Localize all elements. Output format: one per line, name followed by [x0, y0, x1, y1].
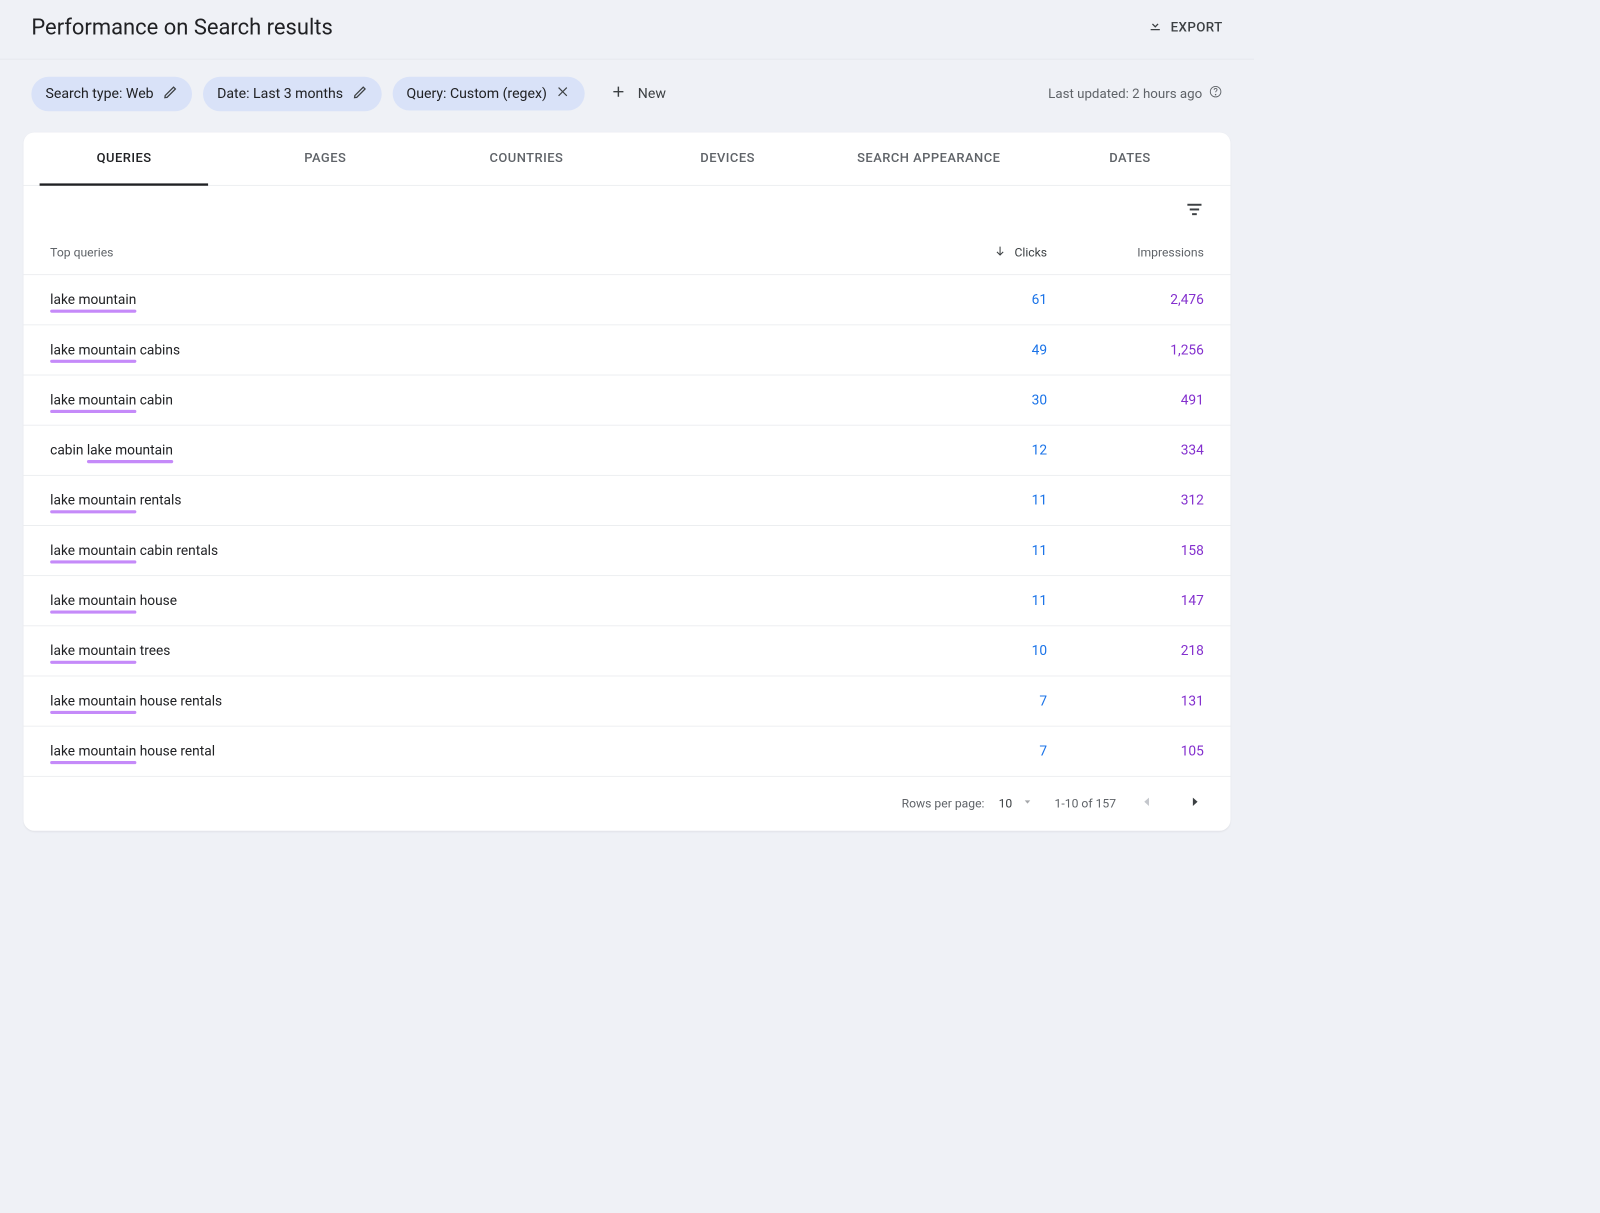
impressions-cell: 218: [1047, 643, 1204, 659]
impressions-cell: 105: [1047, 743, 1204, 759]
table-row: lake mountain cabin rentals11158: [24, 526, 1231, 576]
clicks-cell: 7: [906, 693, 1047, 709]
impressions-cell: 312: [1047, 493, 1204, 509]
filter-chip-label: Query: Custom (regex): [406, 85, 546, 101]
query-cell[interactable]: lake mountain house: [50, 593, 906, 609]
close-icon[interactable]: [556, 85, 570, 103]
clicks-cell: 30: [906, 392, 1047, 408]
clicks-cell: 7: [906, 743, 1047, 759]
highlight: lake mountain: [50, 392, 136, 408]
query-cell[interactable]: lake mountain cabin: [50, 392, 906, 408]
column-header-clicks[interactable]: Clicks: [906, 244, 1047, 260]
pencil-icon[interactable]: [352, 84, 367, 103]
rows-per-page-select[interactable]: 10: [999, 796, 1033, 810]
column-header-clicks-label: Clicks: [1014, 245, 1047, 259]
impressions-cell: 334: [1047, 442, 1204, 458]
query-cell[interactable]: cabin lake mountain: [50, 442, 906, 458]
help-icon[interactable]: [1209, 85, 1223, 103]
highlight: lake mountain: [87, 442, 173, 458]
tab-countries[interactable]: COUNTRIES: [426, 132, 627, 185]
table-row: lake mountain 612,476: [24, 275, 1231, 325]
impressions-cell: 491: [1047, 392, 1204, 408]
clicks-cell: 61: [906, 292, 1047, 308]
impressions-cell: 131: [1047, 693, 1204, 709]
clicks-cell: 49: [906, 342, 1047, 358]
clicks-cell: 12: [906, 442, 1047, 458]
filter-chip[interactable]: Search type: Web: [31, 76, 192, 110]
pencil-icon[interactable]: [163, 84, 178, 103]
query-cell[interactable]: lake mountain trees: [50, 643, 906, 659]
query-cell[interactable]: lake mountain: [50, 292, 906, 308]
table-row: lake mountain cabins491,256: [24, 325, 1231, 375]
query-cell[interactable]: lake mountain house rental: [50, 743, 906, 759]
query-cell[interactable]: lake mountain house rentals: [50, 693, 906, 709]
column-header-impressions[interactable]: Impressions: [1047, 245, 1204, 259]
table-row: lake mountain house rental7105: [24, 727, 1231, 777]
filter-chip-label: Search type: Web: [45, 85, 153, 101]
highlight: lake mountain: [50, 593, 136, 609]
export-label: EXPORT: [1171, 19, 1223, 35]
tab-queries[interactable]: QUERIES: [24, 132, 225, 185]
rows-per-page-label: Rows per page:: [902, 796, 985, 810]
sort-descending-icon: [994, 244, 1007, 260]
filter-chip-label: Date: Last 3 months: [217, 85, 343, 101]
query-cell[interactable]: lake mountain cabins: [50, 342, 906, 358]
add-filter-button[interactable]: New: [600, 75, 675, 112]
impressions-cell: 147: [1047, 593, 1204, 609]
table-row: lake mountain trees10218: [24, 626, 1231, 676]
tab-search-appearance[interactable]: SEARCH APPEARANCE: [828, 132, 1029, 185]
plus-icon: [610, 83, 627, 104]
add-filter-label: New: [638, 85, 666, 101]
impressions-cell: 158: [1047, 543, 1204, 559]
highlight: lake mountain: [50, 292, 136, 308]
chevron-down-icon: [1022, 796, 1033, 810]
clicks-cell: 10: [906, 643, 1047, 659]
table-filter-icon[interactable]: [1185, 200, 1204, 222]
table-row: cabin lake mountain12334: [24, 426, 1231, 476]
query-cell[interactable]: lake mountain rentals: [50, 493, 906, 509]
tab-dates[interactable]: DATES: [1029, 132, 1230, 185]
chevron-left-icon: [1141, 799, 1154, 811]
last-updated-label: Last updated: 2 hours ago: [1048, 86, 1202, 102]
query-cell[interactable]: lake mountain cabin rentals: [50, 543, 906, 559]
filter-chip[interactable]: Date: Last 3 months: [203, 76, 381, 110]
impressions-cell: 1,256: [1047, 342, 1204, 358]
page-range-label: 1-10 of 157: [1055, 796, 1116, 810]
table-row: lake mountain cabin30491: [24, 375, 1231, 425]
table-row: lake mountain house rentals7131: [24, 676, 1231, 726]
filter-chip[interactable]: Query: Custom (regex): [392, 77, 584, 111]
clicks-cell: 11: [906, 493, 1047, 509]
column-header-query[interactable]: Top queries: [50, 245, 906, 259]
table-row: lake mountain rentals11312: [24, 476, 1231, 526]
highlight: lake mountain: [50, 543, 136, 559]
download-icon: [1147, 17, 1163, 37]
table-row: lake mountain house11147: [24, 576, 1231, 626]
highlight: lake mountain: [50, 743, 136, 759]
highlight: lake mountain: [50, 342, 136, 358]
prev-page-button[interactable]: [1138, 792, 1157, 813]
next-page-button[interactable]: [1185, 792, 1204, 813]
highlight: lake mountain: [50, 493, 136, 509]
chevron-right-icon: [1188, 799, 1201, 811]
impressions-cell: 2,476: [1047, 292, 1204, 308]
clicks-cell: 11: [906, 593, 1047, 609]
page-title: Performance on Search results: [31, 14, 332, 40]
highlight: lake mountain: [50, 693, 136, 709]
clicks-cell: 11: [906, 543, 1047, 559]
export-button[interactable]: EXPORT: [1147, 17, 1223, 37]
rows-per-page-value: 10: [999, 796, 1013, 810]
tab-pages[interactable]: PAGES: [225, 132, 426, 185]
highlight: lake mountain: [50, 643, 136, 659]
tab-devices[interactable]: DEVICES: [627, 132, 828, 185]
